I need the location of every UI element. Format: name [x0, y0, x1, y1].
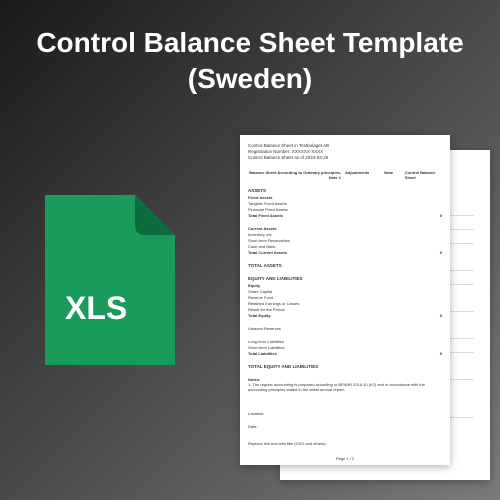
equity-liab-header: EQUITY AND LIABILITIES: [248, 276, 442, 281]
xls-file-icon: XLS: [35, 185, 185, 375]
assets-header: ASSETS: [248, 188, 442, 193]
total-eq-liab: TOTAL EQUITY AND LIABILITIES: [248, 364, 442, 369]
document-page-1: Control Balance Sheet in Testbolaget AB …: [240, 135, 450, 465]
total-assets: TOTAL ASSETS: [248, 263, 442, 268]
date-label: Date:: [248, 424, 442, 429]
xls-label: XLS: [65, 290, 127, 327]
page-title: Control Balance Sheet Template (Sweden): [0, 0, 500, 108]
note-1: 1: The regular accounting is prepared ac…: [248, 382, 442, 392]
fixed-assets: Fixed Assets: [248, 195, 442, 200]
doc-company: Control Balance Sheet in Testbolaget AB: [248, 143, 442, 148]
column-headers: Balance Sheet According to Ordinary prin…: [248, 170, 442, 180]
doc-reg: Registration Number: XXXXXX-XXXX: [248, 149, 442, 154]
location-label: Location:: [248, 411, 442, 416]
signature-label: Replace this text with title (CEO and ot…: [248, 441, 442, 446]
current-assets: Current Assets: [248, 226, 442, 231]
doc-asof: Control Balance Sheet as of 2024-03-25: [248, 155, 442, 160]
page-number: Page 1 / 2: [336, 456, 354, 461]
